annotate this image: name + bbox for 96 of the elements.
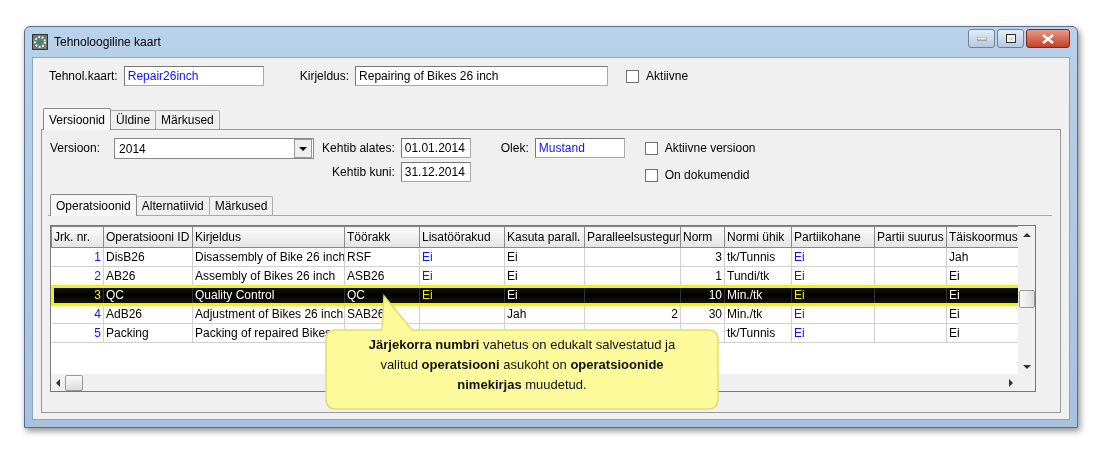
table-cell: AB26 xyxy=(106,269,136,283)
tab[interactable]: Märkused xyxy=(155,110,220,129)
checkbox[interactable] xyxy=(644,141,658,155)
scroll-thumb[interactable] xyxy=(1018,290,1035,308)
table-cell: Tundi/tk xyxy=(727,269,770,283)
maximize-button[interactable] xyxy=(997,29,1024,48)
column-header[interactable]: Lisatöörakud xyxy=(419,226,505,248)
column-header[interactable]: Täiskoormus xyxy=(946,226,1018,248)
table-cell: Min./tk xyxy=(727,307,763,321)
scroll-right-icon[interactable] xyxy=(1008,378,1014,387)
table-cell: Min./tk xyxy=(727,288,763,302)
scroll-up-icon[interactable] xyxy=(1022,232,1031,238)
table-cell: Ei xyxy=(794,307,805,321)
table-cell: Quality Control xyxy=(195,288,275,302)
version-label: Versioon: xyxy=(50,141,101,155)
table-cell: Ei xyxy=(507,269,518,283)
checkbox[interactable] xyxy=(644,168,658,182)
table-cell: tk/Tunnis xyxy=(727,326,776,340)
table-cell: Ei xyxy=(422,288,433,302)
valid-from-label: Kehtib alates: xyxy=(322,141,395,155)
tab[interactable]: Versioonid xyxy=(43,108,112,130)
column-header[interactable]: Kasuta parall. xyxy=(504,226,585,248)
table-cell: 5 xyxy=(94,326,101,340)
table-cell: Ei xyxy=(794,250,805,264)
table-cell: Jah xyxy=(507,307,527,321)
column-header[interactable]: Partiikohane xyxy=(791,226,875,248)
table-cell: Ei xyxy=(422,269,433,283)
table-cell: Ei xyxy=(949,288,960,302)
card-field[interactable]: Repair26inch xyxy=(123,66,264,86)
table-cell: Ei xyxy=(949,269,960,283)
table-cell: Packing xyxy=(106,326,149,340)
column-header[interactable]: Norm xyxy=(680,226,725,248)
description-field[interactable]: Repairing of Bikes 26 inch xyxy=(355,66,609,86)
minimize-icon xyxy=(976,36,987,41)
table-cell: 3 xyxy=(715,250,722,264)
table-cell: Ei xyxy=(422,250,433,264)
card-label: Tehnol.kaart: xyxy=(49,69,118,83)
column-header[interactable]: Jrk. nr. xyxy=(51,226,104,248)
column-header[interactable]: Töörakk xyxy=(344,226,420,248)
description-label: Kirjeldus: xyxy=(299,69,350,83)
scroll-thumb[interactable] xyxy=(65,374,83,391)
table-cell: Ei xyxy=(949,326,960,340)
valid-to-label: Kehtib kuni: xyxy=(332,165,395,179)
table-cell: tk/Tunnis xyxy=(727,250,776,264)
table-cell: 3 xyxy=(94,288,101,302)
valid-to-field[interactable]: 31.12.2014 xyxy=(400,162,471,182)
table-cell: 1 xyxy=(715,269,722,283)
scroll-left-icon[interactable] xyxy=(55,378,61,387)
table-cell: Ei xyxy=(507,288,518,302)
vertical-scrollbar[interactable] xyxy=(1018,226,1035,391)
close-icon xyxy=(1042,33,1054,44)
maximize-icon xyxy=(1005,34,1016,43)
table-cell: ASB26 xyxy=(347,269,385,283)
table-cell: 30 xyxy=(708,307,722,321)
table-row[interactable]: 1 DisB26 Disassembly of Bike 26 inch RSF Ei Ei 3 tk/Tunnis Ei Jah xyxy=(51,247,1018,267)
tab[interactable]: Operatsioonid xyxy=(50,194,137,216)
table-cell: Ei xyxy=(949,307,960,321)
column-header[interactable]: Partii suurus xyxy=(874,226,947,248)
table-cell: RSF xyxy=(347,250,371,264)
scroll-down-icon[interactable] xyxy=(1022,364,1031,370)
table-cell: 2 xyxy=(671,307,678,321)
tab[interactable]: Märkused xyxy=(208,196,274,215)
active-checkbox[interactable] xyxy=(626,69,640,83)
table-cell: Disassembly of Bike 26 inch xyxy=(195,250,344,264)
table-cell: 1 xyxy=(94,250,101,264)
table-cell: QC xyxy=(106,288,124,302)
column-header[interactable]: Paralleelsustegur xyxy=(584,226,681,248)
window-title: Tehnoloogiline kaart xyxy=(54,35,161,49)
table-cell: QC xyxy=(347,288,365,302)
table-cell: Ei xyxy=(794,269,805,283)
active-label: Aktiivne xyxy=(646,69,689,83)
table-cell: 10 xyxy=(708,288,722,302)
checkbox-label: On dokumendid xyxy=(664,168,750,182)
column-header[interactable]: Operatsiooni ID xyxy=(103,226,193,248)
table-cell: SAB26 xyxy=(347,307,385,321)
table-cell: Ei xyxy=(507,250,518,264)
close-button[interactable] xyxy=(1026,29,1070,48)
table-cell: Assembly of Bikes 26 inch xyxy=(195,269,336,283)
table-cell: Ei xyxy=(794,288,805,302)
selected-row[interactable]: 3 QC Quality Control QC Ei Ei 10 Min./tk Ei Ei xyxy=(51,285,1018,305)
table-cell: Adjustment of Bikes 26 inch xyxy=(195,307,344,321)
state-field[interactable]: Mustand xyxy=(534,138,625,158)
column-header[interactable]: Normi ühik xyxy=(724,226,792,248)
column-header[interactable]: Kirjeldus xyxy=(192,226,345,248)
table-cell: Jah xyxy=(949,250,969,264)
checkbox-label: Aktiivne versioon xyxy=(664,141,756,155)
dropdown-arrow-icon xyxy=(299,146,308,151)
version-dropdown[interactable]: 2014 xyxy=(114,138,315,159)
gear-icon xyxy=(32,34,48,50)
table-cell: 2 xyxy=(94,269,101,283)
table-cell: 4 xyxy=(94,307,101,321)
table-cell: Ei xyxy=(794,326,805,340)
table-cell: AdB26 xyxy=(106,307,143,321)
state-label: Olek: xyxy=(500,141,529,155)
valid-from-field[interactable]: 01.01.2014 xyxy=(400,138,471,158)
table-cell: DisB26 xyxy=(106,250,145,264)
